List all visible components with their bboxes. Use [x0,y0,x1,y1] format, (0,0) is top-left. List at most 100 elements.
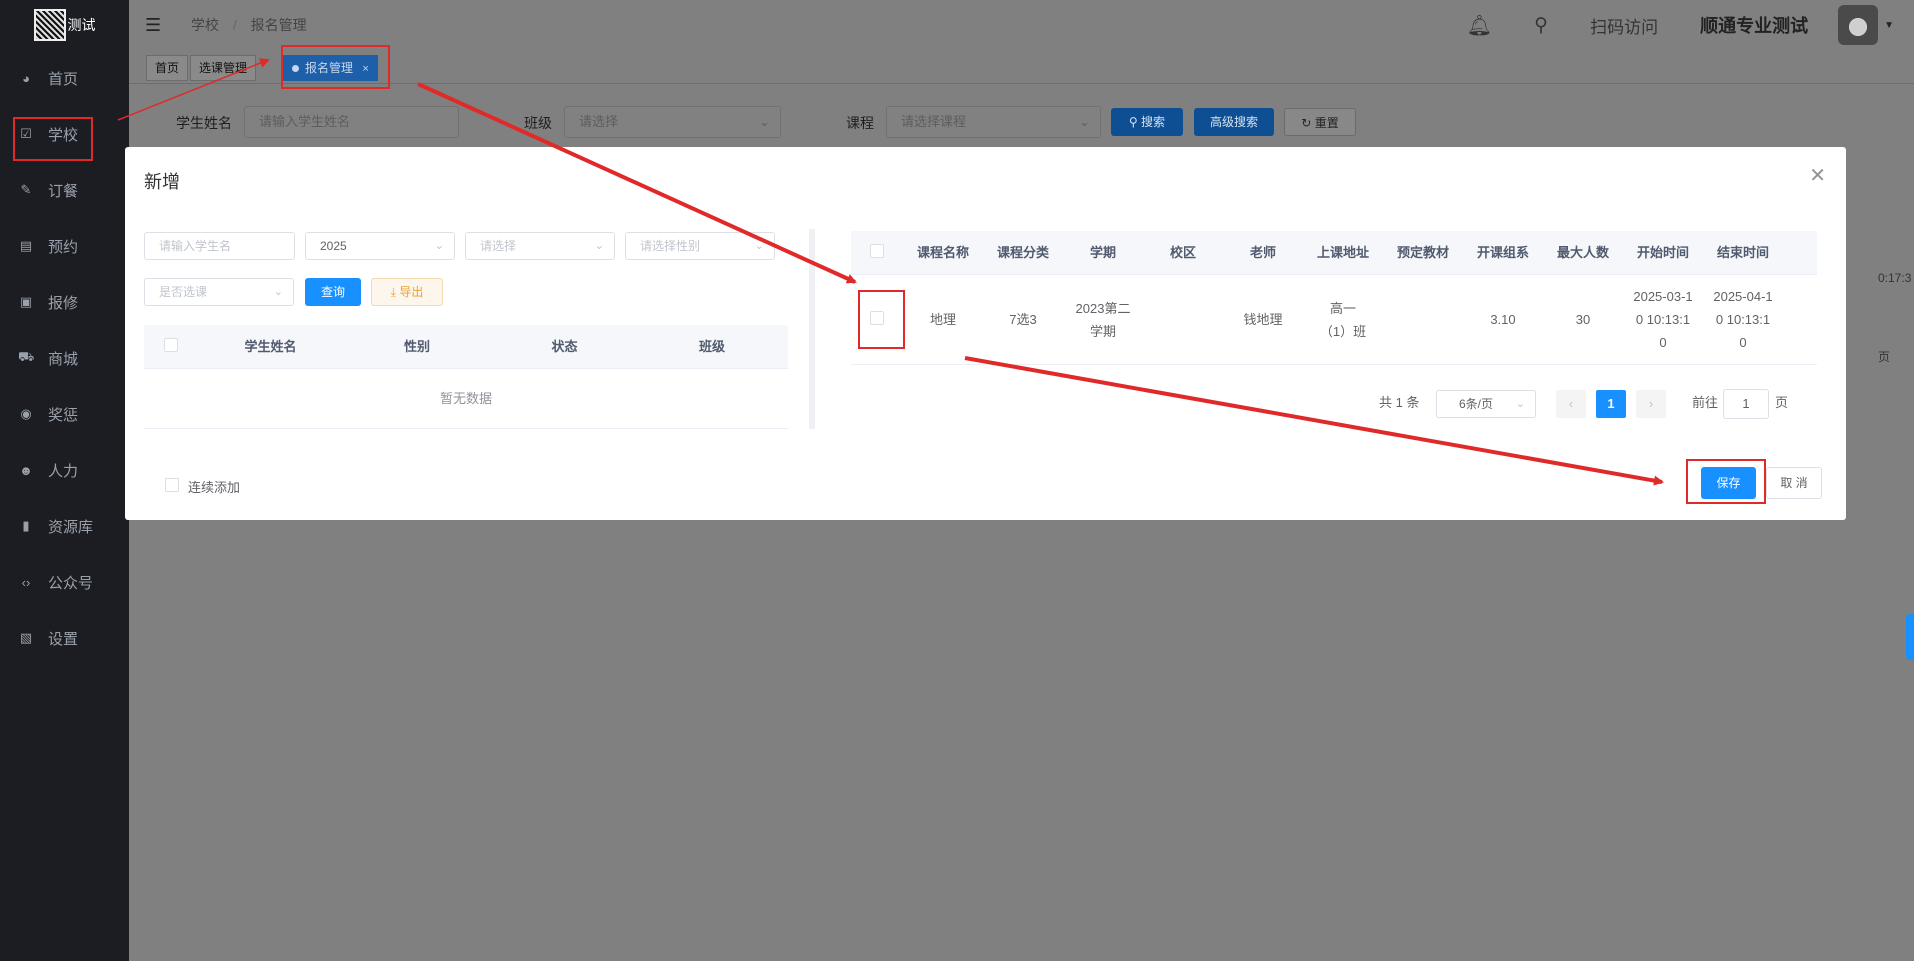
edit-icon: ✎ [20,182,32,197]
year-select-value: 2025 [320,239,347,253]
page-scrollbar[interactable] [1906,614,1914,660]
bg-pager-fragment: 页 [1878,350,1891,364]
caret-down-icon[interactable]: ▼ [1884,20,1894,31]
cancel-button[interactable]: 取 消 [1766,467,1822,499]
export-button[interactable]: ⤓ 导出 [371,278,443,306]
tags-view-bar: 首页 选课管理 报名管理 × [129,50,1914,84]
column-header: 课程名称 [916,245,969,260]
elective-select-placeholder: 是否选课 [159,285,208,299]
bell-icon[interactable]: 🔔︎ [1467,13,1492,38]
sidebar-item-label: 首页 [48,70,79,88]
year-select[interactable]: 2025 ⌄ [305,232,455,260]
page-number-current[interactable]: 1 [1596,390,1626,418]
user-icon: ☻ [19,462,33,478]
add-dialog: 新增 ✕ 请输入学生名 2025 ⌄ 请选择 ⌄ 请选择性别 ⌄ 是否选课 ⌄ 查询 ⤓… [125,147,1846,520]
select-all-checkbox[interactable] [870,244,884,258]
bg-table-time-fragment: 0:17:3 [1878,271,1912,285]
sidebar-item-repair[interactable]: ▣ 报修 [0,274,129,330]
gender-select[interactable]: 请选择性别 ⌄ [625,232,775,260]
column-header: 课程分类 [996,245,1049,260]
tag-course-selection[interactable]: 选课管理 [190,55,257,81]
tag-home[interactable]: 首页 [146,55,189,81]
export-button-label: 导出 [399,285,424,299]
chevron-down-icon: ⌄ [1515,398,1525,410]
sidebar-item-reservation[interactable]: ▤ 预约 [0,218,129,274]
table-cell: 3.10 [1490,312,1516,327]
sidebar-item-mall[interactable]: ⛟ 商城 [0,330,129,386]
select-all-cell [144,338,198,355]
breadcrumb-separator: / [232,17,237,33]
sidebar-item-label: 商城 [48,350,79,368]
page-size-select[interactable]: 6条/页 ⌄ [1436,390,1536,418]
class-select-placeholder: 请选择 [579,114,619,129]
user-name: 顺通专业测试 [1700,16,1809,36]
dialog-title: 新增 [144,172,180,192]
sidebar-item-rewards[interactable]: ◉ 奖惩 [0,386,129,442]
advanced-search-button[interactable]: 高级搜索 [1194,108,1274,136]
settings-icon: ▧ [19,630,33,645]
logo: 测试 [0,0,129,50]
course-select-placeholder: 请选择课程 [901,114,967,129]
column-header: 预定教材 [1396,245,1449,260]
chevron-down-icon: ⌄ [434,240,444,252]
sidebar-item-settings[interactable]: ▧ 设置 [0,610,129,666]
next-page-button[interactable]: › [1636,390,1666,418]
table-cell: 2025-03-10 10:13:10 [1633,289,1693,350]
chevron-down-icon: ⌄ [759,114,770,129]
chevron-down-icon: ⌄ [1079,114,1090,129]
student-name-label: 学生姓名 [176,115,232,131]
sidebar-item-order-meal[interactable]: ✎ 订餐 [0,162,129,218]
reset-button[interactable]: ↻ 重置 [1284,108,1356,136]
column-header: 班级 [698,339,725,354]
search-icon[interactable]: ⚲ [1534,14,1548,37]
annotation-box-save [1686,459,1766,504]
sidebar-item-label: 人力 [48,462,79,480]
pagination-total: 共 1 条 [1379,395,1420,410]
sidebar-item-resources[interactable]: ▮ 资源库 [0,498,129,554]
column-header: 老师 [1249,245,1276,260]
student-name-input[interactable]: 请输入学生姓名 [244,106,459,138]
eye-icon: ◉ [20,406,32,421]
column-header: 学期 [1089,245,1116,260]
gender-select-placeholder: 请选择性别 [640,239,701,253]
sidebar-item-hr[interactable]: ☻ 人力 [0,442,129,498]
sidebar-item-wechat[interactable]: ‹› 公众号 [0,554,129,610]
continuous-add-label[interactable]: 连续添加 [188,477,240,496]
query-button[interactable]: 查询 [305,278,361,306]
table-row[interactable]: 地理 7选3 2023第二学期 钱地理 高一（1）班 3.10 30 2025-… [851,275,1817,365]
menu-toggle-icon[interactable]: ☰ [145,15,165,36]
table-header: 课程名称 课程分类 学期 校区 老师 上课地址 预定教材 开课组系 最大人数 开… [851,231,1817,275]
avatar[interactable] [1838,5,1879,45]
close-icon[interactable]: ✕ [1809,163,1826,188]
generic-select[interactable]: 请选择 ⌄ [465,232,615,260]
dashboard-icon: ◕ [22,70,30,86]
chevron-down-icon: ⌄ [754,240,764,252]
breadcrumb-item[interactable]: 学校 [191,17,219,33]
table-cell: 高一（1）班 [1319,300,1367,339]
refresh-icon: ↻ [1301,116,1315,130]
course-select[interactable]: 请选择课程 ⌄ [886,106,1101,138]
scan-access-link[interactable]: 扫码访问 [1590,13,1658,38]
column-header: 状态 [551,339,578,354]
code-icon: ‹› [21,574,31,590]
select-all-checkbox[interactable] [164,338,178,352]
column-header: 开始时间 [1636,245,1689,260]
column-header: 最大人数 [1556,245,1609,260]
table-cell: 30 [1575,312,1591,327]
sidebar-item-label: 报修 [48,294,79,312]
continuous-add-checkbox[interactable] [165,478,179,492]
goto-page-input[interactable]: 1 [1723,389,1769,419]
prev-page-button[interactable]: ‹ [1556,390,1586,418]
search-button[interactable]: ⚲ 搜索 [1111,108,1183,136]
class-select[interactable]: 请选择 ⌄ [564,106,781,138]
search-icon: ⚲ [1128,115,1142,129]
student-name-input[interactable]: 请输入学生名 [144,232,295,260]
breadcrumb: 学校 / 报名管理 [191,15,307,35]
sidebar-item-label: 订餐 [48,182,79,200]
empty-text: 暂无数据 [144,369,788,429]
split-divider[interactable] [809,229,815,429]
chevron-down-icon: ⌄ [594,240,604,252]
sidebar-item-home[interactable]: ◕ 首页 [0,50,129,106]
course-table: 课程名称 课程分类 学期 校区 老师 上课地址 预定教材 开课组系 最大人数 开… [851,231,1817,365]
elective-select[interactable]: 是否选课 ⌄ [144,278,294,306]
